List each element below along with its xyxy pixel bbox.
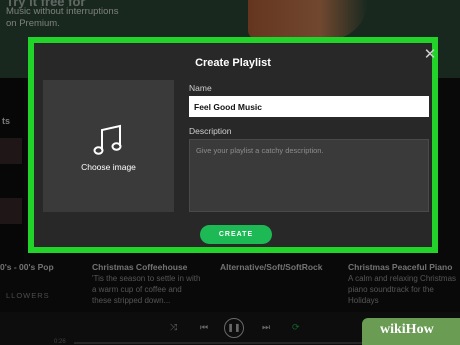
playlist-description-input[interactable] [189, 139, 429, 212]
choose-image-button[interactable]: Choose image [43, 80, 174, 212]
wikihow-watermark: wikiHow [362, 318, 460, 345]
choose-image-label: Choose image [81, 162, 136, 172]
description-label: Description [189, 126, 232, 136]
playlist-name-input[interactable] [189, 96, 429, 117]
name-label: Name [189, 83, 212, 93]
close-icon[interactable]: ✕ [422, 47, 438, 63]
music-note-icon [93, 124, 122, 155]
create-button[interactable]: CREATE [200, 225, 272, 244]
dialog-title: Create Playlist [195, 57, 271, 69]
watermark-text: wikiHow [380, 322, 434, 337]
app-window: Try it free for Music without interrupti… [0, 0, 460, 345]
create-playlist-dialog: Create Playlist ✕ Choose image Name Desc… [28, 37, 438, 253]
